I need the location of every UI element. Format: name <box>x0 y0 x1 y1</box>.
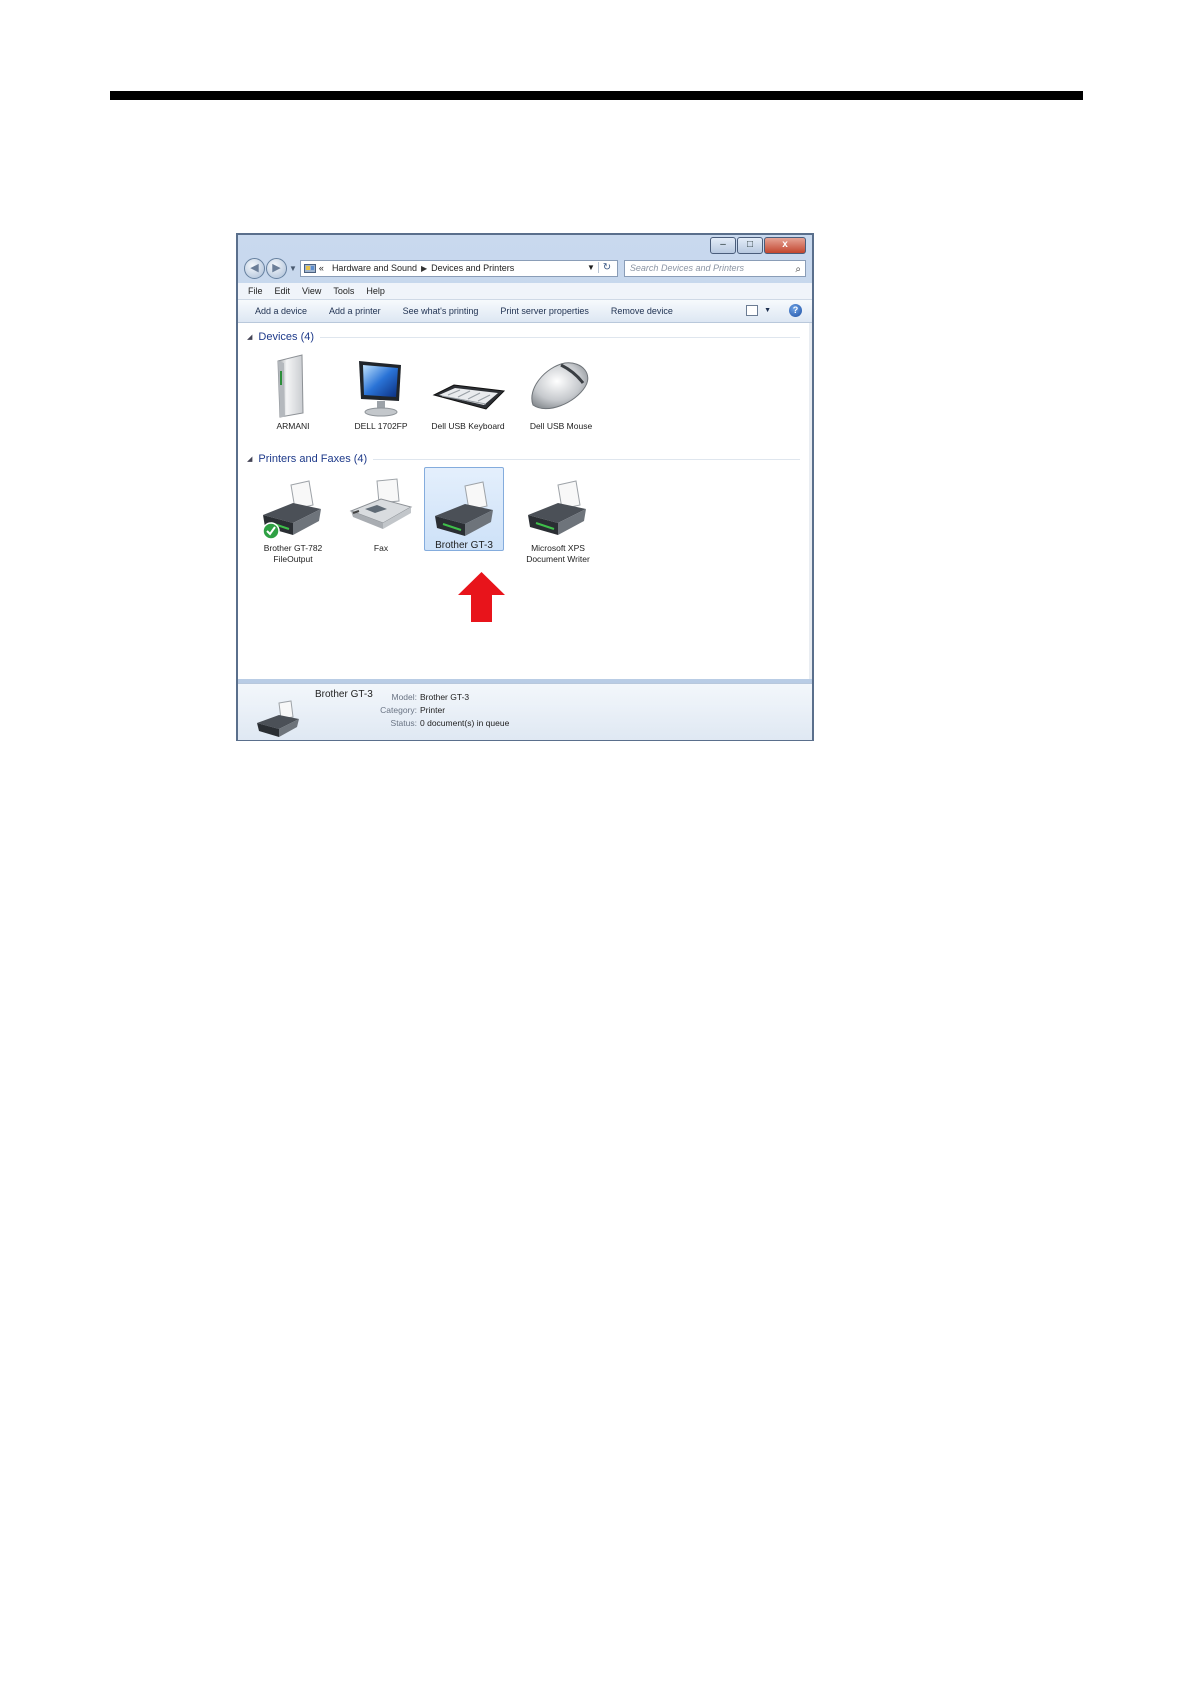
printer-brother-gt-782-fileoutput[interactable]: Brother GT-782 FileOutput <box>253 471 333 565</box>
printers-group-header[interactable]: ◢ Printers and Faxes (4) <box>247 453 800 465</box>
address-dropdown-icon[interactable]: ▼ <box>587 263 595 272</box>
details-device-name: Brother GT-3 <box>315 689 373 700</box>
collapse-triangle-icon[interactable]: ◢ <box>247 333 252 341</box>
add-device-button[interactable]: Add a device <box>255 306 307 316</box>
details-value: Brother GT-3 <box>420 692 470 702</box>
details-properties: Model: Brother GT-3 Category: Printer St… <box>368 691 509 730</box>
recent-pages-dropdown-icon[interactable]: ▼ <box>289 264 297 273</box>
details-value: Printer <box>420 705 446 715</box>
navigation-bar: ◀ ▶ ▼ « Hardware and Sound ▶ Devices and… <box>244 257 806 279</box>
computer-tower-icon <box>253 349 333 421</box>
search-placeholder: Search Devices and Printers <box>629 262 744 273</box>
details-row-status: Status: 0 document(s) in queue <box>368 717 510 730</box>
devices-group-header[interactable]: ◢ Devices (4) <box>247 331 800 343</box>
details-key: Model: <box>391 692 417 702</box>
page-header-rule <box>110 91 1083 100</box>
printer-microsoft-xps-document-writer[interactable]: Microsoft XPS Document Writer <box>518 471 598 565</box>
remove-device-button[interactable]: Remove device <box>611 306 673 316</box>
command-bar-right: ▼ ? <box>746 304 802 317</box>
back-button[interactable]: ◀ <box>244 257 265 279</box>
help-icon[interactable]: ? <box>789 304 802 317</box>
breadcrumb-overflow[interactable]: « <box>319 263 324 273</box>
menu-view[interactable]: View <box>302 286 321 296</box>
fax-icon <box>341 471 421 543</box>
printer-icon <box>253 471 333 543</box>
devices-group-title: Devices (4) <box>258 331 315 343</box>
device-dell-usb-keyboard[interactable]: Dell USB Keyboard <box>428 349 508 432</box>
maximize-button[interactable]: □ <box>737 237 763 254</box>
red-arrow-up-icon <box>458 572 505 622</box>
chevron-right-icon[interactable]: ▶ <box>421 264 427 273</box>
details-key: Category: <box>380 705 417 715</box>
menu-edit[interactable]: Edit <box>275 286 291 296</box>
device-list: ◢ Devices (4) ARMANI DELL 1702FP Dell US… <box>238 323 812 679</box>
device-label: Dell USB Mouse <box>529 421 593 431</box>
printer-brother-gt-3[interactable]: Brother GT-3 <box>424 467 504 551</box>
group-divider <box>373 458 800 460</box>
menu-bar: File Edit View Tools Help <box>238 283 812 300</box>
device-label: Dell USB Keyboard <box>431 421 505 431</box>
group-divider <box>320 336 800 338</box>
printer-label: Brother GT-3 <box>435 540 493 551</box>
details-pane: Brother GT-3 Model: Brother GT-3 Categor… <box>238 683 812 740</box>
device-armani[interactable]: ARMANI <box>253 349 333 432</box>
details-key: Status: <box>390 718 417 728</box>
refresh-icon[interactable]: ↻ <box>597 261 615 273</box>
device-label: DELL 1702FP <box>354 421 408 431</box>
view-options-dropdown-icon[interactable]: ▼ <box>764 307 771 314</box>
control-panel-icon <box>303 263 316 273</box>
address-bar[interactable]: « Hardware and Sound ▶ Devices and Print… <box>299 259 618 277</box>
monitor-icon <box>341 349 421 421</box>
menu-file[interactable]: File <box>248 286 263 296</box>
menu-tools[interactable]: Tools <box>333 286 354 296</box>
vertical-scrollbar[interactable] <box>809 323 812 679</box>
caption-buttons: – □ x <box>709 237 806 254</box>
add-printer-button[interactable]: Add a printer <box>329 306 381 316</box>
command-bar: Add a device Add a printer See what's pr… <box>238 300 812 323</box>
search-icon[interactable]: ⌕ <box>795 262 801 277</box>
printer-label: Fax <box>373 543 389 553</box>
change-view-icon[interactable] <box>746 305 759 316</box>
print-server-properties-button[interactable]: Print server properties <box>500 306 589 316</box>
printer-fax[interactable]: Fax <box>341 471 421 554</box>
breadcrumb-hardware-and-sound[interactable]: Hardware and Sound <box>332 263 417 273</box>
printer-icon <box>257 700 299 737</box>
mouse-icon <box>521 349 601 421</box>
breadcrumb-devices-and-printers[interactable]: Devices and Printers <box>431 263 514 273</box>
device-dell-1702fp[interactable]: DELL 1702FP <box>341 349 421 432</box>
printer-icon <box>518 471 598 543</box>
keyboard-icon <box>428 349 508 421</box>
printers-group-title: Printers and Faxes (4) <box>258 453 368 465</box>
devices-and-printers-window: – □ x ◀ ▶ ▼ « Hardware and Sound ▶ Devic… <box>236 233 814 741</box>
see-whats-printing-button[interactable]: See what's printing <box>403 306 479 316</box>
printer-icon <box>425 468 505 540</box>
printer-label: Brother GT-782 FileOutput <box>263 543 323 564</box>
details-row-category: Category: Printer <box>368 704 509 717</box>
collapse-triangle-icon[interactable]: ◢ <box>247 455 252 463</box>
printer-label: Microsoft XPS Document Writer <box>526 543 590 564</box>
menu-help[interactable]: Help <box>366 286 385 296</box>
forward-button[interactable]: ▶ <box>266 257 287 279</box>
details-row-model: Model: Brother GT-3 <box>368 691 509 704</box>
minimize-button[interactable]: – <box>710 237 736 254</box>
device-dell-usb-mouse[interactable]: Dell USB Mouse <box>521 349 601 432</box>
close-button[interactable]: x <box>764 237 806 254</box>
device-label: ARMANI <box>276 421 310 431</box>
details-value: 0 document(s) in queue <box>420 718 510 728</box>
search-input[interactable]: Search Devices and Printers ⌕ <box>623 259 806 277</box>
